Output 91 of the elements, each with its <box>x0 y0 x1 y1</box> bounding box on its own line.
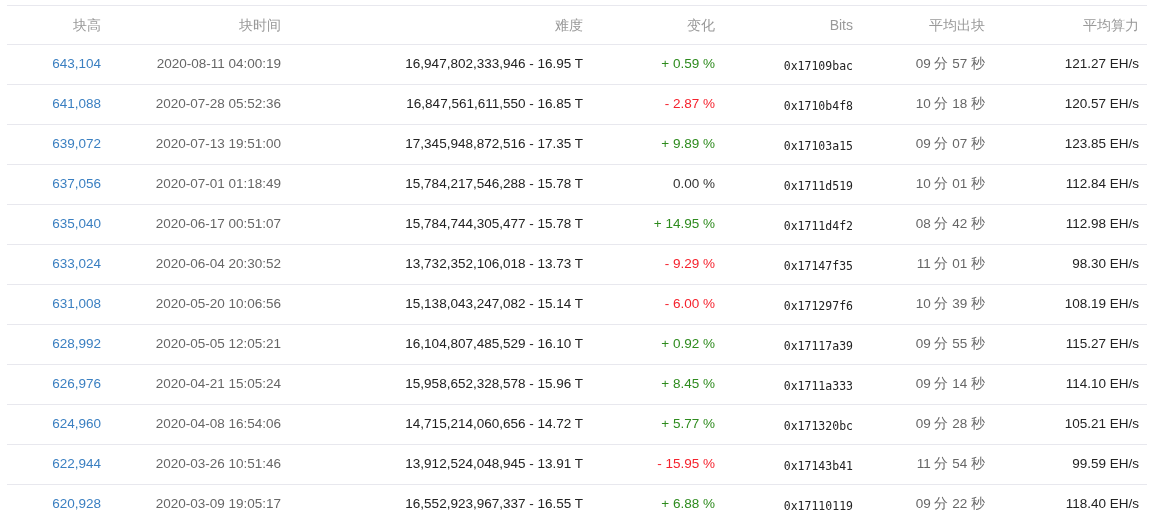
average-block-time: 09 分 22 秒 <box>915 496 985 512</box>
average-hashrate: 120.57 EH/s <box>1064 96 1139 112</box>
bits-value: 0x171320bc <box>783 419 853 434</box>
difficulty-value: 13,912,524,048,945 - 13.91 T <box>405 456 583 472</box>
block-time: 2020-03-26 10:51:46 <box>155 456 281 472</box>
average-block-time: 10 分 39 秒 <box>915 296 985 312</box>
change-value: 0.00 % <box>672 176 715 192</box>
block-time: 2020-04-21 15:05:24 <box>155 376 281 392</box>
block-time: 2020-05-05 12:05:21 <box>155 336 281 352</box>
block-height-link[interactable]: 622,944 <box>52 456 101 472</box>
average-block-time: 08 分 42 秒 <box>915 216 985 232</box>
difficulty-value: 16,947,802,333,946 - 16.95 T <box>405 56 583 72</box>
change-value: - 6.00 % <box>664 296 715 312</box>
change-value: + 14.95 % <box>653 216 715 232</box>
average-hashrate: 108.19 EH/s <box>1064 296 1139 312</box>
difficulty-value: 15,784,744,305,477 - 15.78 T <box>405 216 583 232</box>
bits-value: 0x17109bac <box>783 59 853 74</box>
average-hashrate: 105.21 EH/s <box>1064 416 1139 432</box>
average-block-time: 10 分 01 秒 <box>915 176 985 192</box>
average-block-time: 11 分 54 秒 <box>916 456 985 472</box>
block-time: 2020-06-17 00:51:07 <box>155 216 281 232</box>
block-height-link[interactable]: 628,992 <box>52 336 101 352</box>
column-header: 变化 <box>687 17 715 33</box>
average-block-time: 09 分 28 秒 <box>915 416 985 432</box>
average-block-time: 09 分 57 秒 <box>915 56 985 72</box>
block-time: 2020-05-20 10:06:56 <box>155 296 281 312</box>
average-hashrate: 121.27 EH/s <box>1064 56 1139 72</box>
block-height-link[interactable]: 624,960 <box>52 416 101 432</box>
block-height-link[interactable]: 643,104 <box>52 56 101 72</box>
column-header: 平均出块 <box>929 17 985 33</box>
block-time: 2020-06-04 20:30:52 <box>155 256 281 272</box>
bits-value: 0x17110119 <box>783 499 853 514</box>
block-height-link[interactable]: 620,928 <box>52 496 101 512</box>
change-value: + 8.45 % <box>661 376 715 392</box>
block-height-link[interactable]: 637,056 <box>52 176 101 192</box>
average-hashrate: 114.10 EH/s <box>1065 376 1139 392</box>
average-hashrate: 115.27 EH/s <box>1065 336 1139 352</box>
average-block-time: 09 分 14 秒 <box>915 376 985 392</box>
difficulty-value: 14,715,214,060,656 - 14.72 T <box>405 416 583 432</box>
difficulty-value: 15,784,217,546,288 - 15.78 T <box>405 176 583 192</box>
block-height-link[interactable]: 635,040 <box>52 216 101 232</box>
bits-value: 0x17147f35 <box>783 259 853 274</box>
bits-value: 0x17143b41 <box>783 459 853 474</box>
bits-value: 0x1711a333 <box>783 379 853 394</box>
change-value: + 5.77 % <box>661 416 715 432</box>
change-value: + 0.92 % <box>661 336 715 352</box>
block-height-link[interactable]: 626,976 <box>52 376 101 392</box>
column-header: 块高 <box>73 17 101 33</box>
bits-value: 0x17117a39 <box>783 339 853 354</box>
block-height-link[interactable]: 631,008 <box>52 296 101 312</box>
average-block-time: 10 分 18 秒 <box>915 96 985 112</box>
average-hashrate: 112.98 EH/s <box>1065 216 1139 232</box>
block-time: 2020-08-11 04:00:19 <box>156 56 281 72</box>
difficulty-value: 16,552,923,967,337 - 16.55 T <box>405 496 583 512</box>
average-hashrate: 118.40 EH/s <box>1065 496 1139 512</box>
change-value: - 2.87 % <box>664 96 715 112</box>
average-hashrate: 123.85 EH/s <box>1064 136 1139 152</box>
block-time: 2020-07-28 05:52:36 <box>155 96 281 112</box>
block-time: 2020-07-01 01:18:49 <box>155 176 281 192</box>
change-value: - 9.29 % <box>664 256 715 272</box>
bits-value: 0x17103a15 <box>783 139 853 154</box>
difficulty-value: 16,104,807,485,529 - 16.10 T <box>405 336 583 352</box>
column-header: 难度 <box>555 17 583 33</box>
block-height-link[interactable]: 641,088 <box>52 96 101 112</box>
bits-value: 0x1711d519 <box>783 179 853 194</box>
average-block-time: 09 分 55 秒 <box>915 336 985 352</box>
change-value: + 0.59 % <box>661 56 715 72</box>
change-value: + 6.88 % <box>661 496 715 512</box>
difficulty-value: 15,958,652,328,578 - 15.96 T <box>405 376 583 392</box>
column-header: Bits <box>829 17 853 33</box>
average-block-time: 11 分 01 秒 <box>916 256 985 272</box>
block-height-link[interactable]: 633,024 <box>52 256 101 272</box>
bits-value: 0x1711d4f2 <box>783 219 853 234</box>
difficulty-value: 15,138,043,247,082 - 15.14 T <box>405 296 583 312</box>
difficulty-value: 13,732,352,106,018 - 13.73 T <box>405 256 583 272</box>
difficulty-value: 17,345,948,872,516 - 17.35 T <box>405 136 583 152</box>
difficulty-value: 16,847,561,611,550 - 16.85 T <box>406 96 583 112</box>
change-value: - 15.95 % <box>657 456 715 472</box>
bits-value: 0x171297f6 <box>783 299 853 314</box>
average-hashrate: 112.84 EH/s <box>1065 176 1139 192</box>
bits-value: 0x1710b4f8 <box>783 99 853 114</box>
average-hashrate: 99.59 EH/s <box>1072 456 1139 472</box>
block-time: 2020-07-13 19:51:00 <box>155 136 281 152</box>
average-block-time: 09 分 07 秒 <box>915 136 985 152</box>
block-time: 2020-04-08 16:54:06 <box>155 416 281 432</box>
column-header: 平均算力 <box>1083 17 1139 33</box>
average-hashrate: 98.30 EH/s <box>1072 256 1139 272</box>
block-height-link[interactable]: 639,072 <box>52 136 101 152</box>
change-value: + 9.89 % <box>661 136 715 152</box>
column-header: 块时间 <box>239 17 281 33</box>
block-time: 2020-03-09 19:05:17 <box>155 496 281 512</box>
